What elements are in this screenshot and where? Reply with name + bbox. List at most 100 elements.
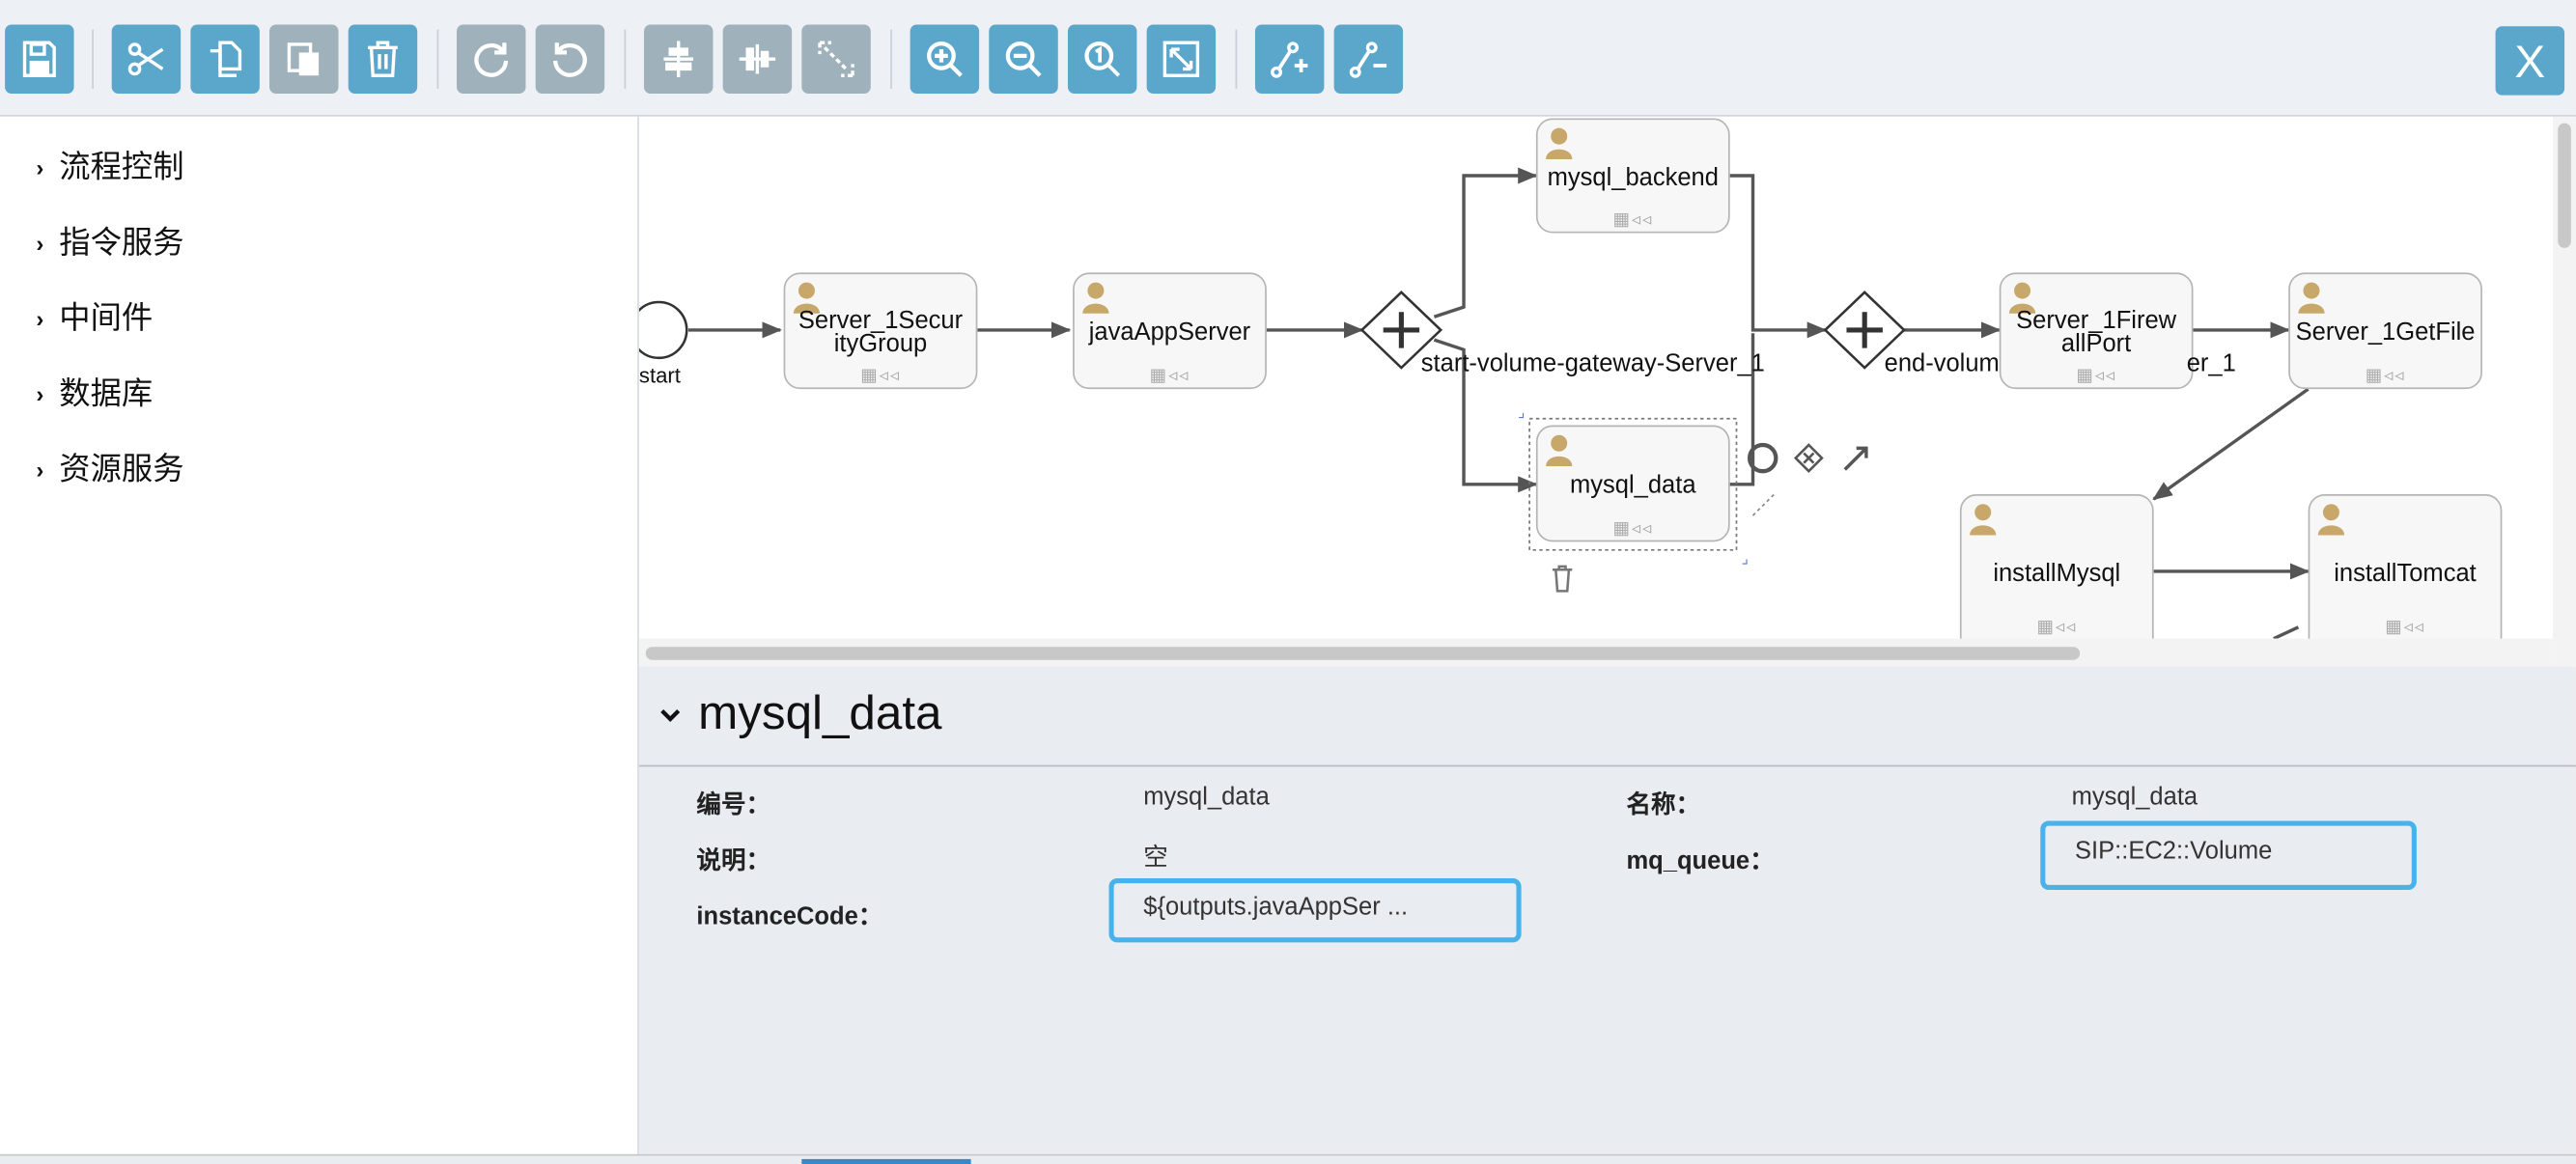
palette-category-middleware[interactable]: › 中间件 xyxy=(36,293,153,343)
task-mysql-backend[interactable]: mysql_backend ▦◃◃ xyxy=(1535,118,1730,234)
palette-category-label: 数据库 xyxy=(59,377,154,412)
cut-icon xyxy=(127,42,164,76)
align-horizontal-icon xyxy=(663,41,694,77)
chevron-right-icon: › xyxy=(36,456,44,484)
mq-queue-field[interactable]: SIP::EC2::Volume xyxy=(2040,820,2417,890)
user-task-icon xyxy=(2298,282,2325,314)
user-task-icon xyxy=(2317,504,2345,536)
process-designer-window: X › 流程控制 › 指令服务 › 中间件 › 数据库 › 资源服务 ⌟ ⌟ s… xyxy=(0,0,2576,1164)
same-size-icon xyxy=(818,41,854,77)
toolbar-separator xyxy=(92,29,94,89)
id-label: 编号： xyxy=(696,790,771,819)
task-label: mysql_data xyxy=(1570,471,1696,500)
toolbar-separator xyxy=(890,29,892,89)
redo-button[interactable] xyxy=(457,24,526,94)
chevron-right-icon: › xyxy=(36,380,44,407)
connect-arrow-icon[interactable] xyxy=(1843,446,1868,471)
task-marker-icons: ▦◃◃ xyxy=(860,366,901,386)
copy-button[interactable] xyxy=(190,24,260,94)
save-icon xyxy=(22,41,56,77)
sequence-flow[interactable] xyxy=(1729,174,1828,339)
process-canvas[interactable]: ⌟ ⌟ start Server_1Secur ityGroup ▦◃◃ jav… xyxy=(638,116,2554,639)
toolbar-separator xyxy=(624,29,627,89)
task-label-line2: allPort xyxy=(2060,329,2132,358)
scrollbar-thumb[interactable] xyxy=(645,647,2081,660)
scrollbar-thumb[interactable] xyxy=(2558,123,2571,248)
palette-category-label: 中间件 xyxy=(59,301,154,337)
sequence-flow[interactable] xyxy=(1433,167,1538,319)
toolbar-separator xyxy=(1235,29,1238,89)
chevron-down-icon[interactable] xyxy=(658,706,682,725)
palette-category-command-service[interactable]: › 指令服务 xyxy=(36,218,183,267)
palette-category-resource-service[interactable]: › 资源服务 xyxy=(36,445,183,494)
status-bar xyxy=(0,1153,2576,1164)
redo-icon xyxy=(474,42,509,77)
align-vertical-icon xyxy=(739,43,776,74)
cut-button[interactable] xyxy=(111,24,182,94)
instance-code-label: instanceCode： xyxy=(696,902,883,931)
paste-button[interactable] xyxy=(269,24,339,94)
component-palette: › 流程控制 › 指令服务 › 中间件 › 数据库 › 资源服务 xyxy=(0,116,639,1164)
task-label: installMysql xyxy=(1993,560,2121,588)
context-pad xyxy=(1747,442,1868,516)
undo-icon xyxy=(552,42,587,77)
canvas-horizontal-scrollbar[interactable] xyxy=(638,638,2554,667)
same-size-button[interactable] xyxy=(801,24,871,94)
task-install-mysql[interactable]: installMysql ▦◃◃ xyxy=(1959,494,2154,639)
task-label: mysql_backend xyxy=(1547,164,1719,193)
delete-element-icon[interactable] xyxy=(1552,565,1573,593)
start-event[interactable] xyxy=(638,300,688,360)
toolbar: X xyxy=(0,0,2576,117)
palette-category-label: 资源服务 xyxy=(59,453,184,488)
palette-category-flow-control[interactable]: › 流程控制 xyxy=(36,143,183,192)
end-gateway-label: end-volum xyxy=(1884,349,2000,378)
start-gateway-label: start-volume-gateway-Server_1 xyxy=(1420,349,1765,378)
chevron-right-icon: › xyxy=(36,230,44,257)
paste-icon xyxy=(287,42,320,76)
delete-button[interactable] xyxy=(348,24,418,94)
task-install-tomcat[interactable]: installTomcat ▦◃◃ xyxy=(2308,494,2503,639)
task-marker-icons: ▦◃◃ xyxy=(1612,209,1654,231)
align-vertical-button[interactable] xyxy=(722,24,793,94)
zoom-fit-button[interactable] xyxy=(1146,24,1217,94)
user-task-icon xyxy=(1082,282,1109,314)
mq-queue-label: mq_queue： xyxy=(1626,846,1775,875)
add-bendpoint-button[interactable] xyxy=(1254,24,1325,94)
task-label: javaAppServer xyxy=(1088,318,1251,346)
name-value[interactable]: mysql_data xyxy=(2072,783,2198,811)
task-java-app-server[interactable]: javaAppServer ▦◃◃ xyxy=(1073,272,1267,390)
undo-button[interactable] xyxy=(535,24,605,94)
user-task-icon xyxy=(1970,504,1997,536)
bottom-tab-indicator[interactable] xyxy=(801,1158,971,1164)
canvas-vertical-scrollbar[interactable] xyxy=(2553,116,2576,667)
task-server-1-firewall-port[interactable]: Server_1Firew allPort ▦◃◃ xyxy=(1999,272,2194,390)
zoom-out-button[interactable] xyxy=(989,24,1058,94)
delete-icon xyxy=(368,41,398,77)
save-button[interactable] xyxy=(5,24,74,94)
palette-category-database[interactable]: › 数据库 xyxy=(36,370,153,419)
task-marker-icons: ▦◃◃ xyxy=(2385,617,2425,637)
zoom-in-button[interactable] xyxy=(910,24,980,94)
resize-handle[interactable]: ⌟ xyxy=(1742,550,1749,567)
properties-title: mysql_data xyxy=(698,687,942,741)
append-gateway-icon[interactable] xyxy=(1793,443,1824,473)
align-horizontal-button[interactable] xyxy=(643,24,714,94)
sequence-flow[interactable] xyxy=(2273,625,2300,639)
properties-panel: mysql_data 编号： mysql_data 名称： mysql_data… xyxy=(638,666,2576,1164)
task-server-1-get-file[interactable]: Server_1GetFile ▦◃◃ xyxy=(2288,272,2482,390)
task-server-1-security-group[interactable]: Server_1Secur ityGroup ▦◃◃ xyxy=(783,272,978,390)
task-marker-icons: ▦◃◃ xyxy=(2036,617,2078,637)
user-task-icon xyxy=(1546,127,1573,159)
connection-preview-line xyxy=(1751,491,1777,516)
task-label: Server_1GetFile xyxy=(2295,318,2476,346)
instance-code-field[interactable]: ${outputs.javaAppSer ... xyxy=(1108,878,1522,943)
task-mysql-data[interactable]: mysql_data ▦◃◃ xyxy=(1535,425,1730,542)
close-button[interactable]: X xyxy=(2495,26,2565,96)
user-task-icon xyxy=(1546,434,1573,467)
task-marker-icons: ▦◃◃ xyxy=(2076,366,2116,386)
description-value[interactable]: 空 xyxy=(1143,839,1168,873)
remove-bendpoint-button[interactable] xyxy=(1333,24,1404,94)
zoom-actual-button[interactable] xyxy=(1067,24,1137,94)
resize-handle[interactable]: ⌟ xyxy=(1518,404,1525,421)
sequence-flow[interactable] xyxy=(2152,387,2310,501)
